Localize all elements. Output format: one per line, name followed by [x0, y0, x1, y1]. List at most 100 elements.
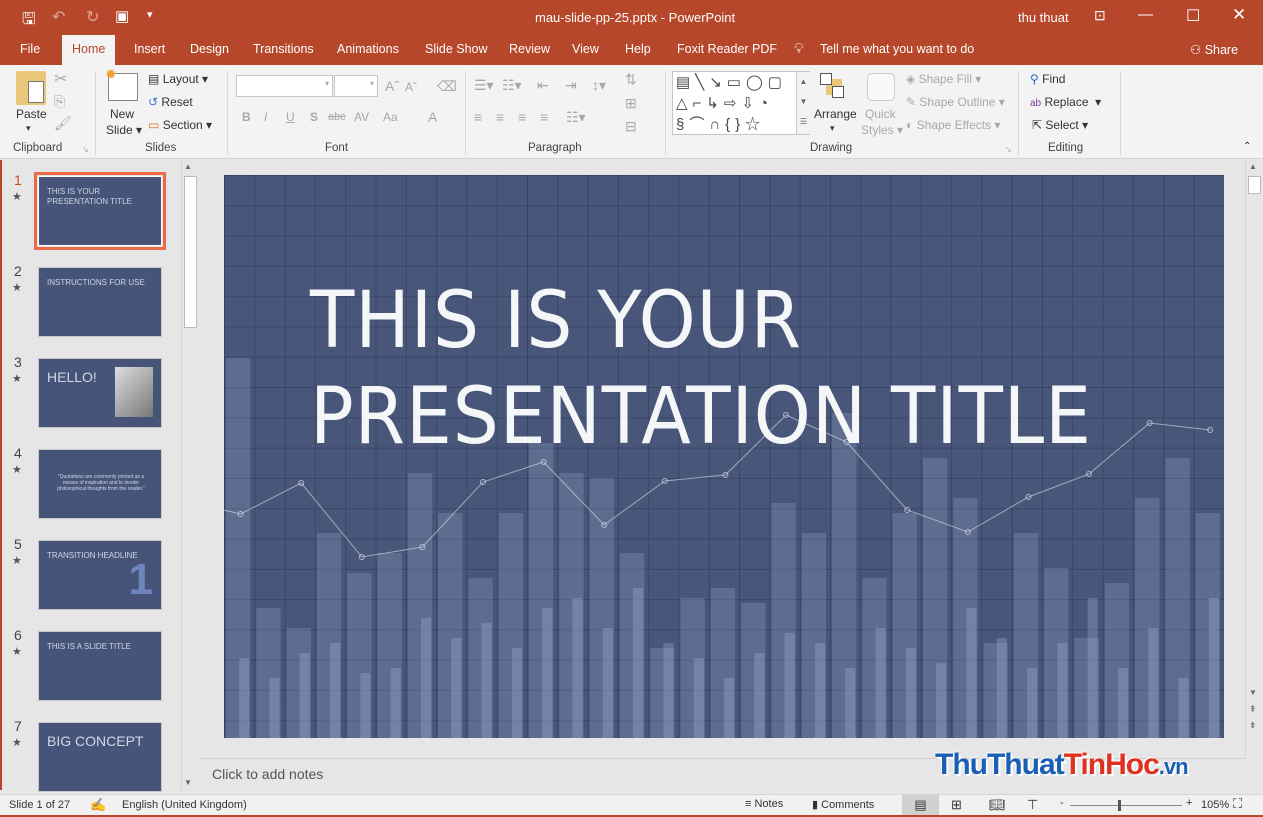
comments-button[interactable]: ▮ Comments — [812, 798, 874, 811]
tab-help[interactable]: Help — [625, 42, 651, 56]
align-left-icon[interactable]: ≡ — [474, 109, 482, 125]
increase-font-size-icon[interactable]: Aˆ — [385, 78, 399, 94]
change-case-button[interactable]: Aa — [383, 110, 398, 124]
scrollbar-thumb[interactable] — [1248, 176, 1261, 194]
replace-button[interactable]: ab Replace ▾ — [1030, 95, 1101, 109]
slide-scrollbar[interactable]: ▲ ▼ ⇞ ⇟ — [1245, 160, 1263, 758]
dialog-launcher-icon[interactable]: ↘ — [1005, 145, 1012, 154]
maximize-button[interactable]: ☐ — [1186, 6, 1200, 26]
paste-dropdown-icon[interactable]: ▾ — [26, 123, 31, 134]
find-button[interactable]: ⚲ Find — [1030, 72, 1065, 86]
shape-outline-button[interactable]: ✎ Shape Outline ▾ — [906, 95, 1005, 109]
tell-me-search[interactable]: Tell me what you want to do — [820, 42, 974, 56]
tab-animations[interactable]: Animations — [337, 42, 399, 56]
line-spacing-icon[interactable]: ↕▾ — [592, 77, 606, 94]
center-icon[interactable]: ≡ — [496, 109, 504, 125]
italic-button[interactable]: I — [264, 110, 267, 124]
slide-thumbnail-5[interactable]: TRANSITION HEADLINE 1 — [38, 540, 162, 610]
columns-icon[interactable]: ☷▾ — [566, 109, 586, 126]
slide-thumbnail-4[interactable]: “Quotations are commonly printed as a me… — [38, 449, 162, 519]
slide-thumbnail-1[interactable]: THIS IS YOUR PRESENTATION TITLE — [34, 172, 166, 250]
cut-icon[interactable]: ✂ — [54, 69, 67, 89]
new-slide-icon[interactable]: ✹ — [105, 66, 138, 101]
start-from-beginning-icon[interactable]: ▣ — [115, 7, 129, 25]
new-slide-dropdown[interactable]: Slide ▾ — [106, 123, 142, 137]
tab-home[interactable]: Home — [62, 35, 116, 66]
dialog-launcher-icon[interactable]: ↘ — [82, 145, 89, 154]
slide-sorter-view-button[interactable]: ⊞ — [951, 797, 962, 813]
undo-icon[interactable]: ↶ — [52, 7, 65, 27]
tab-foxit-reader-pdf[interactable]: Foxit Reader PDF — [677, 42, 777, 56]
shape-effects-button[interactable]: ◐ Shape Effects ▾ — [906, 118, 1000, 132]
font-size-input[interactable]: ▾ — [334, 75, 378, 97]
quick-styles-dropdown[interactable]: Styles ▾ — [861, 123, 903, 137]
bold-button[interactable]: B — [242, 110, 251, 124]
scroll-down-icon[interactable]: ▼ — [1249, 688, 1257, 697]
spell-check-icon[interactable]: ✍ — [90, 797, 106, 813]
arrange-dropdown-icon[interactable]: ▾ — [830, 123, 835, 134]
align-right-icon[interactable]: ≡ — [518, 109, 526, 125]
align-text-icon[interactable]: ⊞ — [625, 95, 637, 112]
bullets-icon[interactable]: ☰▾ — [474, 77, 494, 94]
customize-quick-access-icon[interactable]: ▾ — [147, 8, 153, 21]
normal-view-button[interactable]: ▤ — [902, 795, 939, 815]
copy-icon[interactable]: ⎘ — [54, 93, 65, 110]
user-name[interactable]: thu thuat — [1018, 10, 1069, 25]
shapes-gallery[interactable]: ▤╲↘▭◯▢ △⌐↳⇨⇩◔ §⌒∩{}☆ — [672, 71, 810, 135]
slide-thumbnail-7[interactable]: BIG CONCEPT — [38, 722, 162, 792]
redo-icon[interactable]: ↻ — [86, 7, 99, 27]
zoom-in-button[interactable]: + — [1186, 797, 1192, 809]
decrease-indent-icon[interactable]: ⇤ — [537, 77, 549, 94]
strikethrough-button[interactable]: abc — [328, 111, 346, 123]
paste-button[interactable]: Paste — [16, 107, 47, 121]
text-direction-icon[interactable]: ⇅ — [625, 71, 637, 88]
tab-review[interactable]: Review — [509, 42, 550, 56]
slide-thumbnail-3[interactable]: HELLO! — [38, 358, 162, 428]
slide-thumbnail-6[interactable]: THIS IS A SLIDE TITLE — [38, 631, 162, 701]
previous-slide-icon[interactable]: ⇞ — [1249, 704, 1257, 715]
underline-button[interactable]: U — [286, 110, 295, 124]
zoom-out-button[interactable]: - — [1060, 797, 1064, 809]
slide-title[interactable]: THIS IS YOUR PRESENTATION TITLE — [310, 273, 1092, 465]
tab-design[interactable]: Design — [190, 42, 229, 56]
shapes-gallery-scroll[interactable]: ▲ ▼ ☰ — [796, 72, 810, 134]
convert-to-smartart-icon[interactable]: ⊟ — [625, 118, 637, 135]
quick-styles-button[interactable]: Quick — [865, 107, 896, 121]
format-painter-icon[interactable]: 🖌︎ — [54, 115, 72, 132]
zoom-slider[interactable] — [1070, 800, 1182, 811]
minimize-button[interactable]: — — [1138, 6, 1153, 23]
section-button[interactable]: ▭ Section ▾ — [148, 118, 212, 132]
font-name-input[interactable]: ▾ — [236, 75, 333, 97]
slide-show-button[interactable]: ⊤ — [1027, 797, 1038, 813]
paste-icon[interactable] — [16, 71, 46, 105]
reading-view-button[interactable]: 📖︎ — [989, 797, 1006, 813]
tab-file[interactable]: File — [20, 42, 40, 56]
justify-icon[interactable]: ≡ — [540, 109, 548, 125]
tab-slide-show[interactable]: Slide Show — [425, 42, 488, 56]
scrollbar-thumb[interactable] — [184, 176, 197, 328]
close-button[interactable]: ✕ — [1232, 5, 1246, 25]
tab-insert[interactable]: Insert — [134, 42, 165, 56]
tab-view[interactable]: View — [572, 42, 599, 56]
save-icon[interactable]: 🖫 — [22, 8, 36, 35]
fit-slide-to-window-icon[interactable]: ⛶ — [1233, 796, 1242, 812]
next-slide-icon[interactable]: ⇟ — [1249, 720, 1257, 731]
clear-formatting-icon[interactable]: ⌫ — [437, 78, 457, 95]
thumbnails-scrollbar[interactable]: ▲ ▼ — [181, 160, 198, 790]
zoom-slider-thumb[interactable] — [1118, 800, 1121, 811]
font-color-button[interactable]: A — [428, 109, 437, 125]
tab-transitions[interactable]: Transitions — [253, 42, 314, 56]
new-slide-button[interactable]: New — [110, 107, 134, 121]
slide-canvas[interactable]: THIS IS YOUR PRESENTATION TITLE — [224, 175, 1224, 738]
reset-button[interactable]: ↺ Reset — [148, 95, 193, 109]
scroll-up-icon[interactable]: ▲ — [184, 162, 192, 171]
decrease-font-size-icon[interactable]: Aˇ — [405, 80, 417, 94]
collapse-ribbon-icon[interactable]: ⌃ — [1243, 141, 1251, 152]
notes-button[interactable]: ≡ Notes — [745, 798, 783, 810]
ribbon-display-options-icon[interactable]: ⊡ — [1094, 7, 1106, 24]
character-spacing-button[interactable]: AV — [354, 110, 369, 124]
language-indicator[interactable]: English (United Kingdom) — [122, 799, 247, 811]
arrange-icon[interactable] — [820, 73, 848, 101]
zoom-level[interactable]: 105% — [1201, 799, 1229, 811]
share-button[interactable]: ⚇ Share — [1190, 42, 1238, 57]
